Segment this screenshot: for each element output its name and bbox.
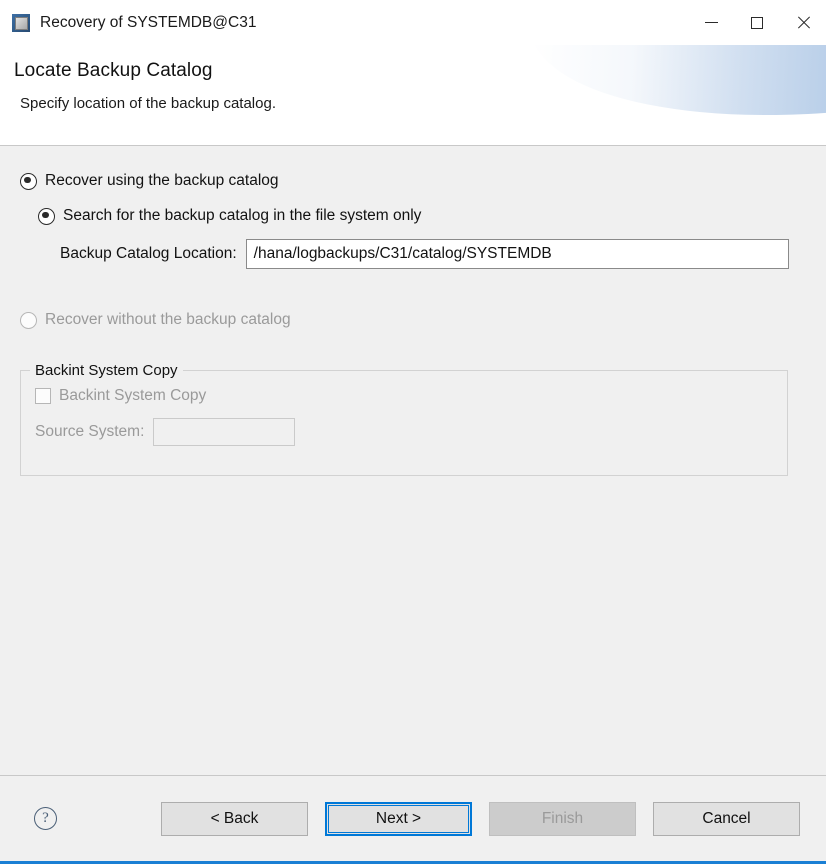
dialog-footer: ? < Back Next > Finish Cancel — [0, 775, 826, 861]
page-subtitle: Specify location of the backup catalog. — [20, 95, 276, 112]
backint-system-copy-group: Backint System Copy Backint System Copy … — [20, 362, 788, 476]
page-title: Locate Backup Catalog — [14, 60, 213, 81]
close-icon[interactable] — [780, 0, 826, 45]
radio-recover-using-catalog-indicator[interactable] — [20, 172, 37, 190]
cancel-button[interactable]: Cancel — [653, 801, 800, 836]
radio-recover-without-catalog-label: Recover without the backup catalog — [45, 311, 291, 328]
radio-recover-without-catalog-indicator[interactable] — [20, 311, 37, 329]
finish-button[interactable]: Finish — [489, 801, 636, 836]
dialog-content: Recover using the backup catalog Search … — [0, 146, 826, 775]
radio-search-file-system-only-indicator[interactable] — [38, 207, 55, 225]
checkbox-backint-system-copy[interactable]: Backint System Copy — [35, 387, 773, 405]
minimize-icon[interactable] — [688, 0, 734, 45]
checkbox-backint-system-copy-indicator[interactable] — [35, 388, 51, 404]
window-title: Recovery of SYSTEMDB@C31 — [40, 13, 257, 31]
source-system-input[interactable] — [153, 418, 296, 446]
radio-recover-using-catalog-label: Recover using the backup catalog — [45, 172, 279, 189]
radio-recover-without-catalog[interactable]: Recover without the backup catalog — [20, 311, 806, 329]
radio-recover-using-catalog[interactable]: Recover using the backup catalog — [20, 172, 806, 190]
back-button[interactable]: < Back — [161, 801, 308, 836]
backup-catalog-location-row: Backup Catalog Location: /hana/logbackup… — [60, 239, 806, 269]
next-button[interactable]: Next > — [325, 801, 472, 836]
window-controls — [688, 0, 826, 45]
title-bar: Recovery of SYSTEMDB@C31 — [0, 0, 826, 45]
backup-catalog-location-input[interactable]: /hana/logbackups/C31/catalog/SYSTEMDB — [245, 239, 789, 269]
source-system-row: Source System: — [35, 418, 773, 446]
dialog-window: Recovery of SYSTEMDB@C31 Locate Backup C… — [0, 0, 826, 864]
checkbox-backint-system-copy-label: Backint System Copy — [59, 387, 207, 404]
radio-search-file-system-only-label: Search for the backup catalog in the fil… — [63, 207, 422, 224]
maximize-icon[interactable] — [734, 0, 780, 45]
help-icon[interactable]: ? — [34, 807, 57, 830]
dialog-button-bar: < Back Next > Finish Cancel — [144, 801, 808, 836]
source-system-label: Source System: — [35, 423, 145, 440]
wizard-header: Locate Backup Catalog Specify location o… — [0, 45, 826, 146]
backint-system-copy-group-title: Backint System Copy — [30, 362, 183, 379]
radio-search-file-system-only[interactable]: Search for the backup catalog in the fil… — [38, 207, 806, 225]
backup-catalog-location-label: Backup Catalog Location: — [60, 245, 237, 262]
hana-studio-icon — [12, 13, 30, 32]
